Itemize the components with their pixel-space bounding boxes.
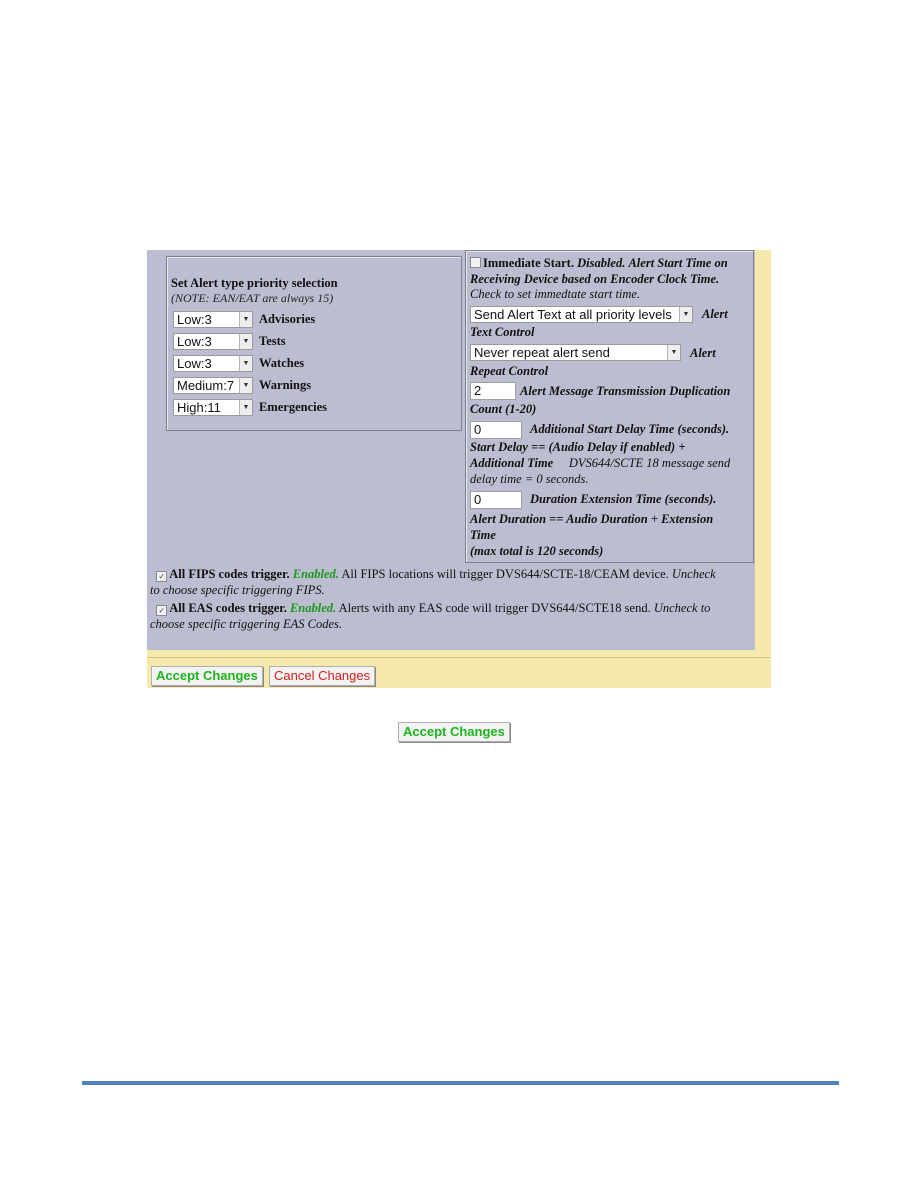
- alert-repeat-control-label-2: Repeat Control: [470, 364, 549, 378]
- priority-row-emergencies: High:11 ▼ Emergencies: [173, 398, 327, 416]
- watches-label: Watches: [259, 355, 305, 370]
- fips-trigger-description: All FIPS locations will trigger DVS644/S…: [341, 567, 669, 581]
- start-delay-input[interactable]: 0: [470, 421, 522, 439]
- warnings-label: Warnings: [259, 377, 312, 392]
- duration-extension-input[interactable]: 0: [470, 491, 522, 509]
- eas-trigger-hint-2: choose specific triggering EAS Codes.: [150, 617, 342, 631]
- fips-trigger-hint-1: Uncheck: [671, 567, 716, 581]
- start-delay-formula-2: Additional Time: [470, 456, 554, 470]
- footer-rule: [82, 1081, 839, 1085]
- select-value: High:11: [177, 399, 221, 415]
- dropdown-arrow-icon[interactable]: ▼: [667, 345, 680, 360]
- dropdown-arrow-icon[interactable]: ▼: [239, 311, 252, 327]
- immediate-start-hint: Check to set immedtate start time.: [470, 287, 641, 301]
- dropdown-arrow-icon[interactable]: ▼: [239, 399, 252, 415]
- alert-repeat-control-label-1: Alert: [690, 346, 716, 360]
- alert-text-control-select[interactable]: Send Alert Text at all priority levels ▼: [470, 306, 693, 323]
- select-value: Send Alert Text at all priority levels: [474, 307, 672, 322]
- fips-trigger-hint-2: to choose specific triggering FIPS.: [150, 583, 325, 597]
- watches-priority-select[interactable]: Low:3 ▼: [173, 354, 253, 372]
- duration-max: (max total is 120 seconds): [470, 544, 604, 558]
- dropdown-arrow-icon[interactable]: ▼: [679, 307, 692, 322]
- accept-changes-button[interactable]: Accept Changes: [151, 666, 263, 686]
- select-value: Low:3: [177, 333, 212, 349]
- advisories-priority-select[interactable]: Low:3 ▼: [173, 310, 253, 328]
- emergencies-priority-select[interactable]: High:11 ▼: [173, 398, 253, 416]
- duration-formula-2: Time: [470, 528, 496, 542]
- start-delay-info-1: DVS644/SCTE 18 message send: [568, 456, 731, 470]
- alert-repeat-control-select[interactable]: Never repeat alert send ▼: [470, 344, 681, 361]
- priority-row-watches: Low:3 ▼ Watches: [173, 354, 304, 372]
- dropdown-arrow-icon[interactable]: ▼: [239, 355, 252, 371]
- priority-row-warnings: Medium:7 ▼ Warnings: [173, 376, 311, 394]
- dropdown-arrow-icon[interactable]: ▼: [239, 377, 252, 393]
- eas-trigger-label: All EAS codes trigger.: [169, 601, 287, 615]
- duplication-count-label-2: Count (1-20): [470, 402, 537, 416]
- select-value: Low:3: [177, 355, 212, 371]
- settings-panel: Set Alert type priority selection (NOTE:…: [147, 250, 755, 650]
- start-delay-info-2: delay time = 0 seconds.: [470, 472, 589, 486]
- cancel-changes-button[interactable]: Cancel Changes: [269, 666, 376, 686]
- immediate-start-block: Immediate Start. Disabled. Alert Start T…: [470, 256, 750, 303]
- priority-row-advisories: Low:3 ▼ Advisories: [173, 310, 315, 328]
- priority-title: Set Alert type priority selection: [171, 276, 338, 290]
- alert-text-control-label-2: Text Control: [470, 325, 535, 339]
- duration-extension-label: Duration Extension Time (seconds).: [530, 492, 717, 506]
- eas-trigger-status: Enabled.: [289, 601, 337, 615]
- eas-trigger-description: Alerts with any EAS code will trigger DV…: [338, 601, 651, 615]
- emergencies-label: Emergencies: [259, 399, 328, 414]
- immediate-start-label: Immediate Start.: [483, 256, 574, 270]
- duplication-count-input[interactable]: 2: [470, 382, 516, 400]
- accept-changes-standalone-button[interactable]: Accept Changes: [398, 722, 510, 742]
- start-delay-formula-1: Start Delay == (Audio Delay if enabled) …: [470, 440, 686, 454]
- start-delay-formula-line: Additional Time DVS644/SCTE 18 message s…: [470, 456, 750, 472]
- priority-row-tests: Low:3 ▼ Tests: [173, 332, 286, 350]
- select-value: Low:3: [177, 311, 212, 327]
- fips-trigger-checkbox[interactable]: ✓: [156, 571, 168, 582]
- duration-formula-1: Alert Duration == Audio Duration + Exten…: [470, 512, 714, 526]
- alert-text-control-label-1: Alert: [702, 307, 728, 321]
- advisories-label: Advisories: [259, 311, 316, 326]
- tests-priority-select[interactable]: Low:3 ▼: [173, 332, 253, 350]
- eas-trigger-block: ✓ All EAS codes trigger. Enabled. Alerts …: [150, 600, 750, 632]
- priority-note: (NOTE: EAN/EAT are always 15): [171, 291, 334, 305]
- select-value: Never repeat alert send: [474, 345, 610, 360]
- select-value: Medium:7: [177, 377, 235, 393]
- fips-trigger-status: Enabled.: [292, 567, 339, 581]
- duplication-count-label-1: Alert Message Transmission Duplication: [520, 384, 731, 398]
- fips-trigger-block: ✓ All FIPS codes trigger. Enabled. All FI…: [150, 566, 750, 598]
- start-delay-label: Additional Start Delay Time (seconds).: [530, 422, 730, 436]
- eas-trigger-checkbox[interactable]: ✓: [156, 605, 168, 616]
- priority-selection-box: Set Alert type priority selection (NOTE:…: [166, 256, 462, 431]
- settings-frame: Set Alert type priority selection (NOTE:…: [147, 250, 771, 688]
- fips-trigger-label: All FIPS codes trigger.: [169, 567, 290, 581]
- alert-timing-box: Immediate Start. Disabled. Alert Start T…: [465, 250, 754, 563]
- section-divider: [147, 657, 771, 658]
- immediate-start-checkbox[interactable]: [470, 257, 481, 268]
- immediate-start-status: Disabled.: [577, 256, 626, 270]
- dropdown-arrow-icon[interactable]: ▼: [239, 333, 252, 349]
- warnings-priority-select[interactable]: Medium:7 ▼: [173, 376, 253, 394]
- tests-label: Tests: [259, 333, 286, 348]
- eas-trigger-hint-1: Uncheck to: [653, 601, 711, 615]
